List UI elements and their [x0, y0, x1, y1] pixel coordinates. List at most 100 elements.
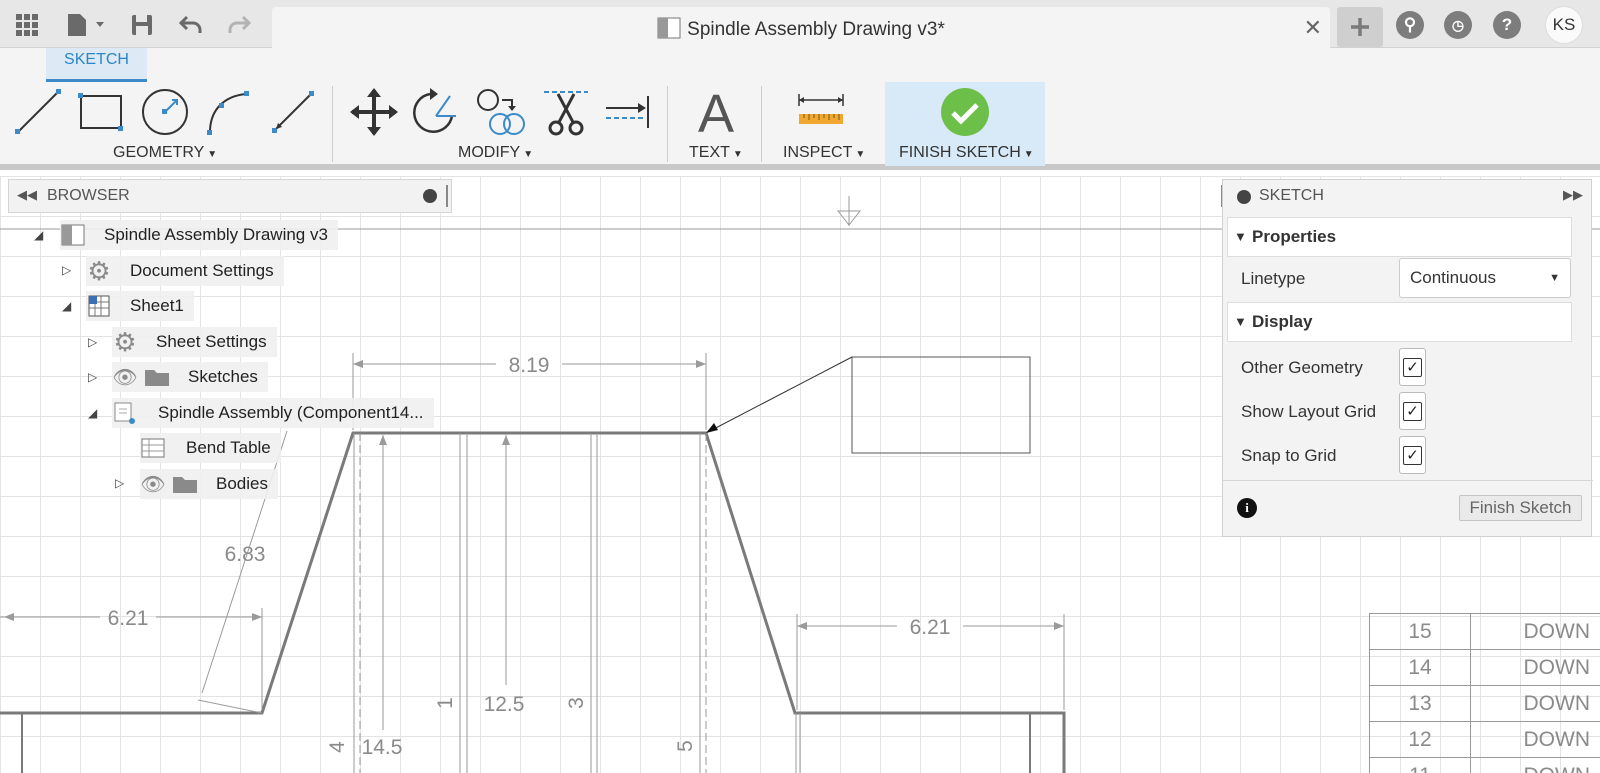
expand-arrow[interactable]: ◢: [34, 228, 43, 242]
save-icon[interactable]: [127, 10, 157, 40]
palette-resize-handle[interactable]: [1221, 185, 1223, 207]
tree-label: Bend Table: [186, 438, 271, 457]
show-layout-grid-label: Show Layout Grid: [1241, 402, 1377, 421]
line-tool-icon[interactable]: [10, 84, 66, 140]
dim-right-flange: 6.21: [910, 616, 951, 639]
expand-arrow[interactable]: ▷: [115, 476, 124, 490]
finish-sketch-label: FINISH SKETCH: [899, 144, 1021, 161]
display-section-header[interactable]: ▼ Display: [1227, 302, 1572, 342]
other-geometry-checkbox[interactable]: ✓: [1399, 348, 1426, 386]
rotate-tool-icon[interactable]: [408, 84, 464, 140]
dim-top-width: 8.19: [509, 354, 550, 377]
offset-tool-icon[interactable]: [472, 84, 528, 140]
gear-icon: ⚙: [113, 326, 137, 357]
collapse-browser-icon[interactable]: ◀◀: [17, 187, 37, 203]
user-avatar[interactable]: KS: [1545, 6, 1583, 44]
tree-item-component[interactable]: Spindle Assembly (Component14...: [112, 398, 434, 428]
bend-number-4: 4: [326, 741, 349, 753]
tree-item-bend-table[interactable]: Bend Table: [140, 433, 281, 463]
geometry-menu[interactable]: GEOMETRY ▼: [113, 144, 217, 162]
folder-icon: [144, 364, 170, 390]
show-layout-grid-checkbox[interactable]: ✓: [1399, 392, 1426, 430]
gear-icon: ⚙: [87, 255, 111, 286]
toolbar-divider: [332, 86, 333, 162]
rectangle-tool-icon[interactable]: [72, 84, 128, 140]
app-grid-icon[interactable]: [12, 10, 42, 40]
tree-item-sketches[interactable]: 👁 Sketches: [112, 362, 268, 392]
spline-tool-icon[interactable]: [265, 84, 321, 140]
plus-icon: [1351, 18, 1369, 36]
toolbar-divider: [761, 86, 762, 162]
finish-sketch-palette-button[interactable]: Finish Sketch: [1459, 495, 1582, 521]
palette-divider: [1223, 480, 1593, 481]
bend-table: 15 DOWN 14 DOWN 13 DOWN 12 DOWN 11 DOWN: [1369, 613, 1600, 773]
new-tab-button[interactable]: [1337, 7, 1383, 47]
modify-menu[interactable]: MODIFY ▼: [458, 144, 533, 162]
text-dropdown-icon: ▼: [732, 149, 743, 160]
collapse-arrow[interactable]: ◢: [88, 406, 97, 420]
text-menu[interactable]: TEXT ▼: [689, 144, 743, 162]
display-label: Display: [1252, 312, 1313, 331]
document-tab[interactable]: Spindle Assembly Drawing v3* ✕: [272, 7, 1330, 48]
expand-arrow[interactable]: ▷: [62, 263, 71, 277]
close-tab-icon[interactable]: ✕: [1304, 15, 1322, 41]
job-status-icon[interactable]: ◷: [1443, 10, 1473, 40]
help-icon[interactable]: ?: [1492, 10, 1522, 40]
finish-sketch-button[interactable]: FINISH SKETCH ▼: [885, 82, 1045, 166]
modify-label: MODIFY: [458, 144, 521, 161]
toolbar-divider: [667, 86, 668, 162]
tree-item-drawing[interactable]: Spindle Assembly Drawing v3: [60, 220, 338, 250]
collapse-arrow[interactable]: ◢: [62, 299, 71, 313]
bend-lines: [353, 433, 801, 773]
visibility-eye-icon[interactable]: 👁: [112, 364, 138, 390]
note-box: [851, 356, 1031, 454]
palette-title: SKETCH: [1259, 187, 1324, 204]
tree-item-bodies[interactable]: 👁 Bodies: [140, 469, 278, 499]
tree-label: Sheet Settings: [156, 332, 267, 351]
leader-arrow: [706, 423, 718, 433]
text-tool-icon[interactable]: A: [688, 84, 744, 140]
tree-item-sheet1[interactable]: Sheet1: [86, 291, 194, 321]
dim-left-flange: 6.21: [108, 607, 149, 630]
note-leader: [707, 356, 853, 433]
extensions-icon[interactable]: ⚲: [1395, 10, 1425, 40]
linetype-value: Continuous: [1410, 268, 1497, 287]
expand-palette-icon[interactable]: ▶▶: [1563, 187, 1583, 203]
linetype-select[interactable]: Continuous ▼: [1399, 258, 1571, 298]
browser-resize-handle[interactable]: [446, 185, 448, 207]
measure-tool-icon[interactable]: [793, 84, 849, 140]
circle-tool-icon[interactable]: [137, 84, 193, 140]
expand-arrow[interactable]: ▷: [88, 370, 97, 384]
finish-sketch-menu[interactable]: FINISH SKETCH ▼: [899, 144, 1034, 162]
inspect-menu[interactable]: INSPECT ▼: [783, 144, 865, 162]
palette-header: SKETCH ▶▶: [1221, 180, 1593, 214]
tree-item-document-settings[interactable]: ⚙ Document Settings: [86, 256, 284, 286]
arc-tool-icon[interactable]: [200, 84, 256, 140]
tree-item-sheet-settings[interactable]: ⚙ Sheet Settings: [112, 327, 277, 357]
undo-icon[interactable]: [176, 10, 206, 40]
palette-pin-icon[interactable]: [1237, 190, 1251, 204]
redo-icon[interactable]: [224, 10, 254, 40]
snap-to-grid-checkbox[interactable]: ✓: [1399, 436, 1426, 474]
bend-number-cell: 12: [1370, 722, 1471, 758]
expand-arrow[interactable]: ▷: [88, 335, 97, 349]
move-tool-icon[interactable]: [346, 84, 402, 140]
bend-direction-cell: DOWN: [1523, 620, 1591, 643]
trim-tool-icon[interactable]: [538, 84, 594, 140]
file-menu-icon[interactable]: [64, 10, 108, 40]
table-row: 14 DOWN: [1369, 649, 1600, 686]
tree-label: Document Settings: [130, 261, 274, 280]
extend-tool-icon[interactable]: [600, 84, 656, 140]
properties-section-header[interactable]: ▼ Properties: [1227, 217, 1572, 257]
browser-pin-icon[interactable]: [423, 189, 437, 203]
finish-dropdown-icon: ▼: [1023, 149, 1034, 160]
document-tab-title: Spindle Assembly Drawing v3*: [272, 17, 1330, 41]
tab-sketch[interactable]: SKETCH: [46, 48, 147, 82]
info-icon[interactable]: i: [1237, 498, 1257, 518]
tree-label: Sheet1: [130, 296, 184, 315]
visibility-eye-icon[interactable]: 👁: [140, 471, 166, 497]
checkmark-icon: [941, 88, 989, 136]
dim-slant: 6.83: [225, 543, 266, 566]
bend-number-3: 3: [565, 697, 588, 709]
bend-number-cell: 13: [1370, 686, 1471, 722]
